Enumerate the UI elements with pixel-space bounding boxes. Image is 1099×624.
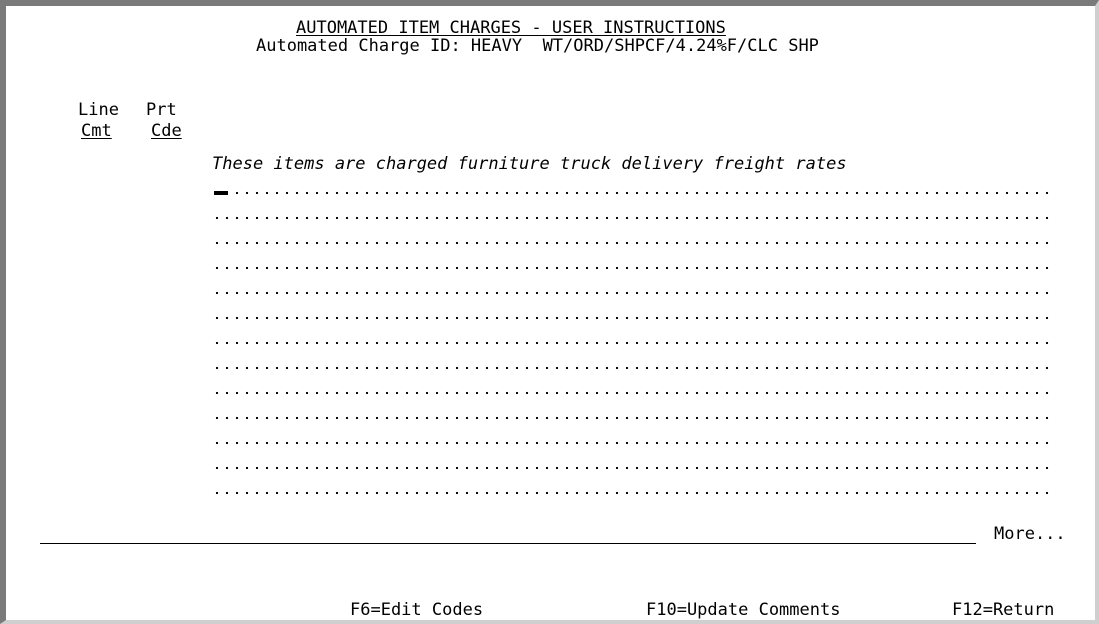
- column-header-line: Line: [78, 100, 119, 120]
- comment-input-row[interactable]: [212, 341, 1054, 345]
- comment-input-row[interactable]: [212, 191, 1054, 195]
- comment-line-1[interactable]: These items are charged furniture truck …: [212, 154, 847, 174]
- separator-line: [40, 543, 976, 544]
- f12-return-key[interactable]: F12=Return: [952, 600, 1054, 620]
- text-cursor: [214, 191, 228, 195]
- column-header-cmt: Cmt: [81, 121, 112, 141]
- comment-input-row[interactable]: [212, 391, 1054, 395]
- terminal-screen: AUTOMATED ITEM CHARGES - USER INSTRUCTIO…: [0, 0, 1099, 624]
- comment-input-row[interactable]: [212, 316, 1054, 320]
- column-header-prt: Prt: [146, 100, 177, 120]
- comment-input-row[interactable]: [212, 241, 1054, 245]
- comment-input-row[interactable]: [212, 366, 1054, 370]
- column-header-cde: Cde: [151, 121, 182, 141]
- comment-input-row[interactable]: [212, 216, 1054, 220]
- automated-charge-id: Automated Charge ID: HEAVY WT/ORD/SHPCF/…: [256, 36, 819, 56]
- f6-edit-codes-key[interactable]: F6=Edit Codes: [350, 600, 483, 620]
- comment-input-row[interactable]: [212, 491, 1054, 495]
- comment-input-row[interactable]: [212, 466, 1054, 470]
- comment-input-row[interactable]: [212, 441, 1054, 445]
- more-indicator: More...: [994, 524, 1066, 544]
- comment-input-row[interactable]: [212, 291, 1054, 295]
- f10-update-comments-key[interactable]: F10=Update Comments: [646, 600, 840, 620]
- comment-input-row[interactable]: [212, 266, 1054, 270]
- page-title: AUTOMATED ITEM CHARGES - USER INSTRUCTIO…: [296, 18, 726, 38]
- comment-input-row[interactable]: [212, 416, 1054, 420]
